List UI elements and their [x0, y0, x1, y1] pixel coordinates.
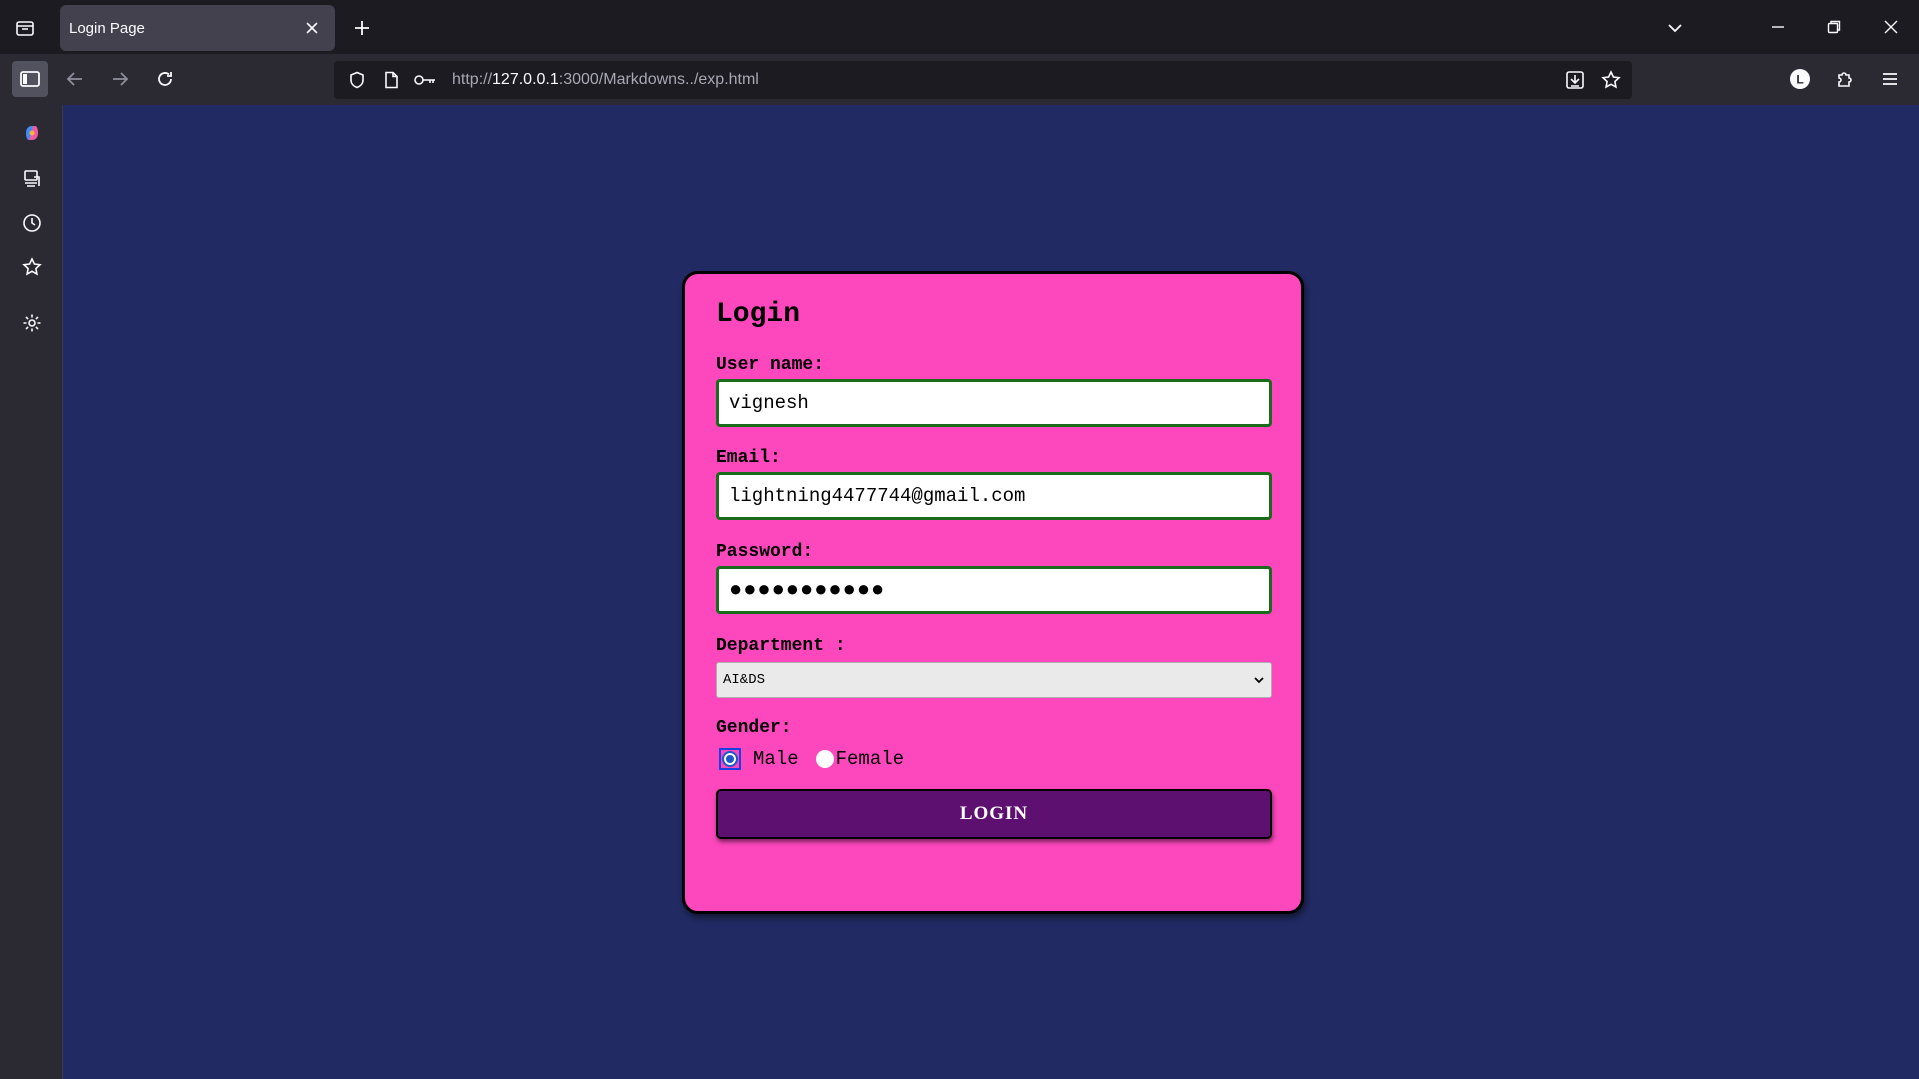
svg-text:L: L — [1796, 73, 1803, 87]
page-viewport: Login User name: vignesh Email: lightnin… — [63, 105, 1919, 1079]
username-field[interactable]: vignesh — [716, 379, 1272, 427]
plus-icon — [355, 21, 369, 35]
bookmark-star-button[interactable] — [1594, 61, 1628, 99]
synced-tabs-icon — [24, 170, 40, 187]
synced-tabs-button[interactable] — [14, 161, 50, 197]
email-field[interactable]: lightning4477744@gmail.com — [716, 472, 1272, 520]
firefox-view-icon — [16, 21, 34, 36]
restore-button[interactable] — [1812, 10, 1856, 44]
restore-icon — [1827, 20, 1841, 34]
avatar-icon: L — [1790, 69, 1810, 89]
download-icon — [1566, 71, 1584, 89]
page-icon[interactable] — [374, 61, 408, 99]
chevron-down-icon — [1668, 24, 1682, 33]
gender-radio-group: Male Female — [716, 744, 1270, 774]
account-button[interactable]: L — [1782, 61, 1818, 97]
firefox-view-button[interactable] — [10, 14, 40, 42]
close-icon — [306, 22, 318, 34]
sidebar-icon — [20, 71, 40, 87]
browser-sidebar — [0, 105, 63, 1079]
department-selected-value: AI&DS — [723, 672, 766, 688]
star-icon — [1601, 70, 1621, 89]
chevron-down-icon — [1254, 677, 1264, 684]
tab-login-page[interactable]: Login Page — [60, 5, 335, 51]
navigation-toolbar: http://127.0.0.1:3000/Markdowns../exp.ht… — [0, 54, 1919, 105]
minimize-button[interactable] — [1756, 10, 1800, 44]
hamburger-icon — [1883, 73, 1897, 85]
email-label: Email: — [716, 448, 781, 468]
forward-button[interactable] — [102, 61, 138, 97]
key-icon[interactable] — [408, 61, 442, 99]
url-path: :3000/Markdowns../exp.html — [558, 71, 759, 88]
close-icon — [1884, 20, 1898, 34]
password-label: Password: — [716, 542, 814, 562]
department-label: Department : — [716, 636, 846, 656]
new-tab-button[interactable] — [348, 14, 376, 42]
sidebar-toggle-button[interactable] — [12, 61, 48, 97]
close-tab-button[interactable] — [301, 17, 323, 39]
password-field[interactable]: ●●●●●●●●●●● — [716, 566, 1272, 614]
gender-female-radio[interactable] — [815, 750, 834, 768]
puzzle-icon — [1838, 72, 1852, 87]
username-label: User name: — [716, 355, 825, 375]
department-select[interactable]: AI&DS — [716, 662, 1272, 698]
gender-female-label: Female — [835, 748, 905, 770]
radio-selected-icon — [722, 751, 738, 767]
arrow-right-icon — [113, 72, 129, 86]
reload-button[interactable] — [147, 61, 183, 97]
login-card: Login User name: vignesh Email: lightnin… — [682, 271, 1304, 914]
gender-label: Gender: — [716, 718, 792, 738]
gear-icon — [23, 314, 41, 332]
close-window-button[interactable] — [1869, 10, 1913, 44]
reload-icon — [158, 72, 172, 86]
app-menu-button[interactable] — [1872, 61, 1908, 97]
gender-male-radio[interactable] — [719, 748, 741, 770]
history-button[interactable] — [14, 205, 50, 241]
extensions-button[interactable] — [1827, 61, 1863, 97]
back-button[interactable] — [57, 61, 93, 97]
bookmarks-button[interactable] — [14, 249, 50, 285]
clock-icon — [23, 214, 41, 232]
url-scheme: http:// — [452, 71, 493, 88]
form-title: Login — [716, 299, 801, 330]
minimize-icon — [1772, 26, 1784, 28]
list-all-tabs-button[interactable] — [1660, 14, 1690, 42]
url-text[interactable]: http://127.0.0.1:3000/Markdowns../exp.ht… — [452, 71, 759, 89]
copilot-button[interactable] — [14, 115, 50, 151]
save-page-button[interactable] — [1558, 61, 1592, 99]
address-bar[interactable]: http://127.0.0.1:3000/Markdowns../exp.ht… — [334, 61, 1632, 99]
gender-male-label: Male — [753, 748, 799, 770]
url-host: 127.0.0.1 — [492, 71, 559, 88]
shield-icon[interactable] — [340, 61, 374, 99]
copilot-icon — [26, 126, 38, 140]
tab-title: Login Page — [69, 19, 145, 37]
tab-strip: Login Page — [0, 0, 1919, 54]
star-icon — [22, 257, 42, 276]
login-button[interactable]: LOGIN — [716, 789, 1272, 839]
customize-sidebar-button[interactable] — [14, 305, 50, 341]
arrow-left-icon — [66, 72, 82, 86]
